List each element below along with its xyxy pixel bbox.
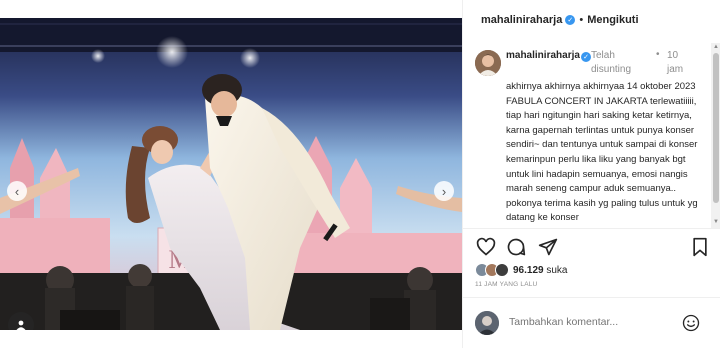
- likes-count[interactable]: 96.129 suka: [513, 265, 568, 276]
- user-icon: [16, 320, 26, 330]
- author-avatar[interactable]: [475, 50, 501, 76]
- following-button[interactable]: Mengikuti: [587, 14, 638, 26]
- chevron-right-icon[interactable]: ›: [434, 181, 454, 201]
- caption-area: mahaliniraharja ✓ Telah disunting • 10 j…: [463, 43, 711, 228]
- post-media[interactable]: M: [0, 18, 462, 330]
- post-sidebar: mahaliniraharja ✓ • Mengikuti mahalinira…: [462, 0, 720, 348]
- comment-input[interactable]: [509, 316, 679, 328]
- scroll-down-icon[interactable]: ▼: [713, 219, 719, 225]
- verified-badge-icon: ✓: [581, 52, 591, 62]
- edited-label: Telah disunting: [591, 50, 632, 75]
- post-viewer: M: [0, 0, 720, 348]
- chevron-left-icon[interactable]: ‹: [7, 181, 27, 201]
- comment-icon[interactable]: [505, 236, 527, 258]
- bookmark-icon[interactable]: [689, 236, 711, 258]
- caption-time: 10 jam: [667, 50, 684, 75]
- heart-icon[interactable]: [475, 236, 497, 258]
- post-header: mahaliniraharja ✓ • Mengikuti: [463, 0, 720, 40]
- caption-scrollbar[interactable]: ▲ ▼: [711, 43, 720, 228]
- avatar-image: [475, 311, 499, 335]
- header-separator: •: [579, 14, 584, 26]
- divider: [463, 297, 720, 298]
- emoji-icon[interactable]: [681, 313, 701, 333]
- share-icon[interactable]: [537, 236, 559, 258]
- current-user-avatar: [475, 311, 499, 335]
- scrollbar-thumb[interactable]: [713, 53, 719, 203]
- liker-avatar: [495, 263, 509, 277]
- caption-separator: •: [656, 49, 660, 60]
- avatar-image: [475, 50, 501, 76]
- concert-photo: M: [0, 18, 462, 330]
- comment-composer: [475, 311, 713, 337]
- likes-number: 96.129: [513, 264, 544, 276]
- post-author-username[interactable]: mahaliniraharja: [481, 14, 562, 26]
- post-timestamp[interactable]: 11 JAM YANG LALU: [475, 281, 537, 288]
- divider: [463, 228, 720, 229]
- verified-badge-icon: ✓: [565, 15, 576, 25]
- likes-suffix: suka: [546, 264, 568, 276]
- caption-text: akhirnya akhirnya akhirnyaa 14 oktober 2…: [506, 81, 701, 224]
- scroll-up-icon[interactable]: ▲: [713, 44, 719, 50]
- likes-row[interactable]: 96.129 suka: [475, 262, 568, 278]
- caption-author-username[interactable]: mahaliniraharja: [506, 49, 584, 63]
- action-bar: [475, 236, 713, 258]
